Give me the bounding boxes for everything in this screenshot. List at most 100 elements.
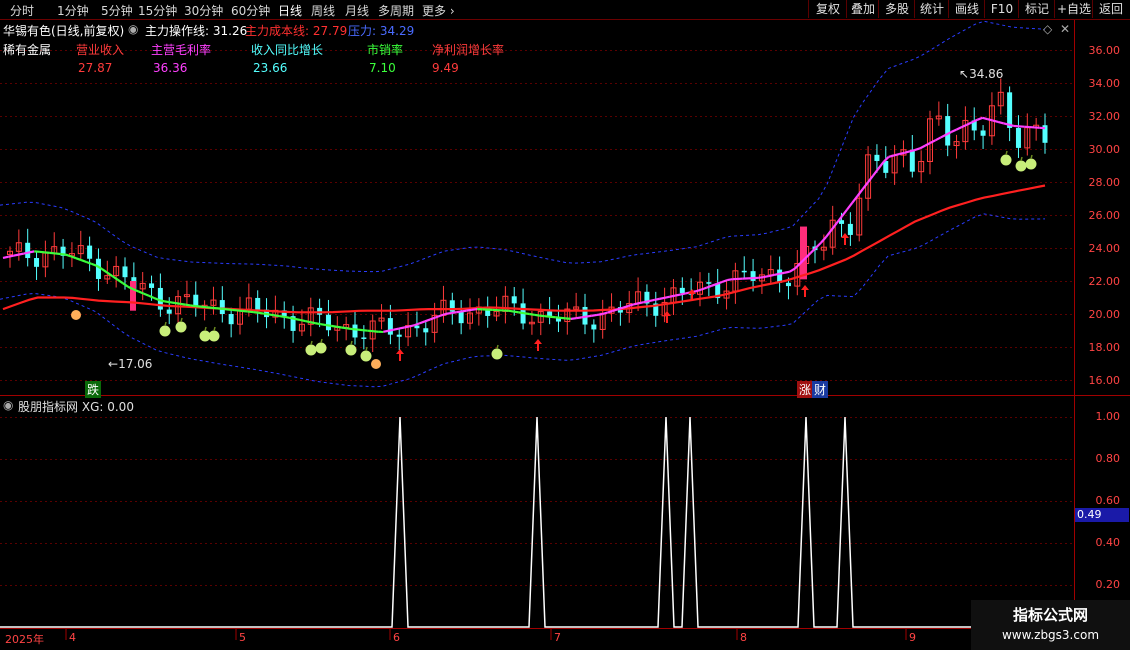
main-line-segment xyxy=(39,250,45,254)
main-line-segment xyxy=(242,309,248,313)
main-line-segment xyxy=(877,161,885,170)
main-line-segment xyxy=(622,305,629,309)
main-line-segment xyxy=(143,292,150,297)
candle-body-down xyxy=(1015,127,1021,148)
buy-arrow-icon xyxy=(396,349,404,361)
main-line-segment xyxy=(643,299,650,304)
candle-body-down xyxy=(679,287,685,294)
main-line-segment xyxy=(872,168,880,177)
main-line-segment xyxy=(544,315,551,318)
main-line-segment xyxy=(351,327,358,331)
apple-icon xyxy=(1025,158,1037,170)
main-line-segment xyxy=(784,270,790,274)
main-line-segment xyxy=(278,314,285,318)
apple-icon xyxy=(305,344,317,356)
buy-arrow-icon xyxy=(841,233,849,245)
main-line-segment xyxy=(221,307,228,311)
main-line-segment xyxy=(586,314,592,318)
apple-stem xyxy=(1005,150,1008,156)
apple-stem xyxy=(320,338,323,344)
apple-icon xyxy=(175,321,187,333)
kline-chart[interactable] xyxy=(0,0,1130,650)
main-line-segment xyxy=(705,284,712,289)
candle-body-down xyxy=(122,266,128,278)
main-line-segment xyxy=(357,328,363,332)
main-line-segment xyxy=(237,309,243,313)
main-line-segment xyxy=(200,305,207,309)
watermark: 指标公式网 www.zbgs3.com xyxy=(971,600,1130,650)
main-line-segment xyxy=(955,126,963,131)
main-line-segment xyxy=(758,276,764,279)
main-line-segment xyxy=(461,309,467,313)
apple-icon xyxy=(208,330,220,342)
highlight-candle xyxy=(130,281,136,311)
main-line-segment xyxy=(565,317,572,320)
candle-body-down xyxy=(255,297,261,310)
indicator-toggle-icon[interactable]: ◉ xyxy=(128,22,138,36)
main-line-segment xyxy=(992,119,999,123)
main-line-segment xyxy=(18,252,25,256)
apple-stem xyxy=(204,326,207,332)
main-line-segment xyxy=(23,251,30,255)
main-line-segment xyxy=(830,222,838,231)
main-line-segment xyxy=(299,318,306,323)
main-line-segment xyxy=(898,151,905,156)
main-line-segment xyxy=(627,303,634,308)
main-line-segment xyxy=(456,310,462,314)
main-line-segment xyxy=(383,329,389,333)
fin-value-revenue: 27.87 xyxy=(78,61,113,75)
date-year: 2025年 xyxy=(5,633,44,646)
main-line-segment xyxy=(773,272,780,277)
sub-indicator-title: 股朋指标网 XG: 0.00 xyxy=(18,400,134,414)
y-tick-32: 32.00 xyxy=(1088,110,1121,123)
main-line-segment xyxy=(148,294,155,299)
main-line-segment xyxy=(763,274,770,279)
main-line-segment xyxy=(997,120,1004,125)
main-line-segment xyxy=(523,312,530,316)
main-line-segment xyxy=(216,307,222,310)
candle-body-down xyxy=(361,337,367,339)
candle-body-down xyxy=(909,149,915,172)
main-line-segment xyxy=(331,324,337,328)
settings-diamond-icon[interactable]: ◇ xyxy=(1043,22,1052,36)
sub-toggle-icon[interactable]: ◉ xyxy=(3,398,13,412)
candle-body-down xyxy=(352,324,358,338)
apple-icon xyxy=(360,350,372,362)
sub-y-tick-020: 0.20 xyxy=(1095,578,1121,591)
main-line-segment xyxy=(471,307,478,311)
indicator-name: 主力操作线: 31.26 xyxy=(145,24,248,38)
main-line-segment xyxy=(612,308,619,313)
main-line-segment xyxy=(1008,123,1015,127)
main-line-segment xyxy=(856,188,864,197)
main-line-segment xyxy=(680,292,686,296)
main-line-segment xyxy=(654,297,660,302)
main-line-segment xyxy=(60,252,66,256)
apple-stem xyxy=(1030,154,1033,160)
y-tick-22: 22.00 xyxy=(1088,275,1121,288)
main-line-segment xyxy=(169,301,176,305)
main-line-segment xyxy=(398,326,405,330)
watermark-url: www.zbgs3.com xyxy=(1001,628,1100,642)
tag-down: 跌 xyxy=(85,381,102,398)
main-line-segment xyxy=(403,325,410,329)
candle-body-down xyxy=(750,271,756,281)
y-tick-18: 18.00 xyxy=(1088,341,1121,354)
main-line-segment xyxy=(252,310,259,314)
sub-current-value: 0.49 xyxy=(1075,508,1129,522)
main-line-segment xyxy=(393,327,400,331)
candle-body-down xyxy=(87,245,93,259)
sub-y-tick-080: 0.80 xyxy=(1095,452,1121,465)
candle-body-down xyxy=(847,223,853,235)
main-line-segment xyxy=(893,153,900,157)
main-line-segment xyxy=(909,148,916,153)
date-month-9: 9 xyxy=(909,631,916,644)
apple-stem xyxy=(365,346,368,352)
main-line-segment xyxy=(289,316,295,320)
main-line-segment xyxy=(54,252,61,256)
main-line-segment xyxy=(789,267,796,273)
main-line-segment xyxy=(914,147,921,152)
main-line-segment xyxy=(768,273,775,278)
close-icon[interactable]: ✕ xyxy=(1060,22,1070,36)
y-tick-16: 16.00 xyxy=(1088,374,1121,387)
candle-body-down xyxy=(741,270,747,273)
